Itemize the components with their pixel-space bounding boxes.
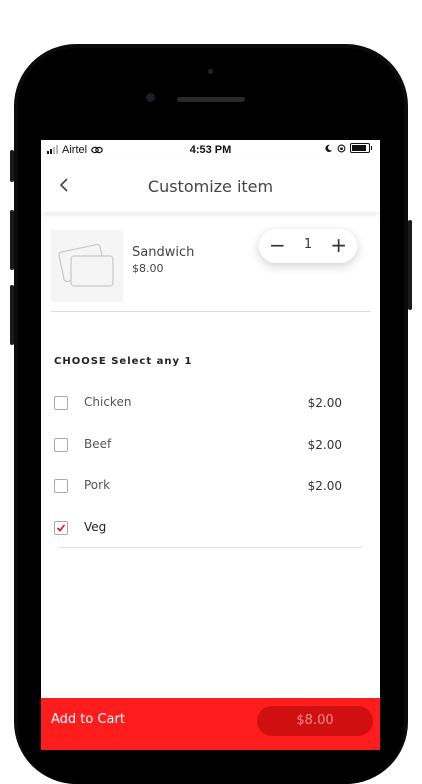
option-label: Pork <box>84 478 111 492</box>
volume-up-button <box>10 210 14 270</box>
option-price: $2.00 <box>307 479 342 493</box>
option-checkbox[interactable] <box>54 479 68 493</box>
page-title: Customize item <box>147 177 274 196</box>
app-screen: Airtel 4:53 PM Customize item Sandwich $… <box>41 140 380 750</box>
divider <box>51 311 371 312</box>
option-label: Veg <box>84 520 107 534</box>
proximity-sensor <box>208 69 213 74</box>
item-name: Sandwich <box>132 245 195 260</box>
item-image-placeholder <box>51 230 123 302</box>
check-icon <box>56 524 66 532</box>
option-checkbox[interactable] <box>54 396 68 410</box>
orientation-lock-icon <box>337 144 346 152</box>
option-beef[interactable]: Beef $2.00 <box>41 430 380 460</box>
option-label: Beef <box>84 437 112 451</box>
option-checkbox[interactable] <box>54 438 68 452</box>
options-divider <box>59 547 362 548</box>
add-to-cart-label: Add to Cart <box>51 712 125 727</box>
status-right <box>324 143 372 153</box>
battery-icon <box>350 143 370 153</box>
front-camera <box>146 93 155 102</box>
app-header: Customize item <box>41 160 380 212</box>
cart-total-button[interactable]: $8.00 <box>257 706 373 736</box>
moon-icon <box>325 144 333 152</box>
option-price: $2.00 <box>307 438 342 452</box>
option-pork[interactable]: Pork $2.00 <box>41 471 380 501</box>
increment-button[interactable]: + <box>330 233 347 257</box>
option-label: Chicken <box>84 395 132 409</box>
silent-switch <box>10 150 14 182</box>
item-price: $8.00 <box>132 262 164 275</box>
status-bar: Airtel 4:53 PM <box>41 140 380 160</box>
option-veg[interactable]: Veg <box>41 513 380 543</box>
options-section-title: CHOOSE Select any 1 <box>54 356 193 367</box>
volume-down-button <box>10 285 14 345</box>
image-placeholder-icon <box>58 243 114 287</box>
quantity-stepper: − 1 + <box>259 229 357 263</box>
add-to-cart-bar[interactable]: Add to Cart $8.00 <box>41 698 380 750</box>
battery-nub <box>371 146 372 150</box>
option-price: $2.00 <box>307 396 342 410</box>
power-button <box>408 220 412 310</box>
option-chicken[interactable]: Chicken $2.00 <box>41 388 380 418</box>
earpiece-speaker <box>177 97 245 102</box>
option-checkbox-checked[interactable] <box>54 521 68 535</box>
